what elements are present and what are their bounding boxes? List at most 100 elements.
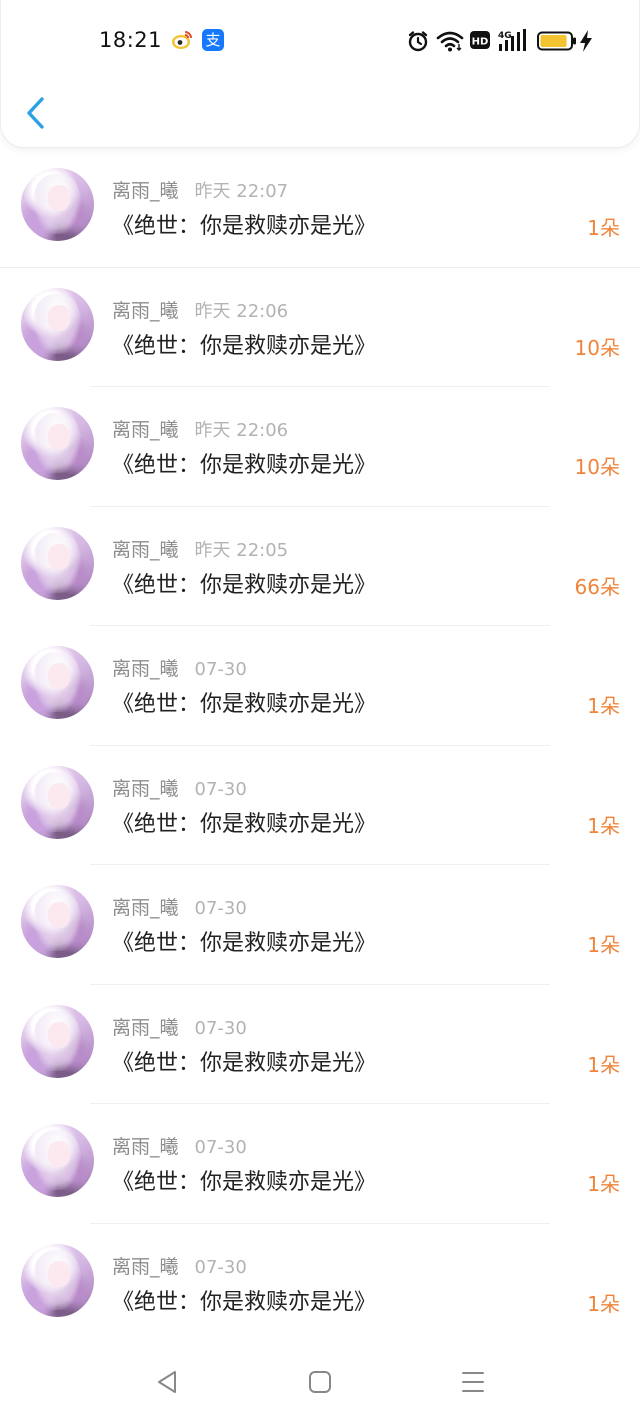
username[interactable]: 离雨_曦 [112,1017,179,1039]
status-time: 18:21 [99,28,163,52]
list-item[interactable]: 离雨_曦 07-30 《绝世：你是救赎亦是光》 1朵 [0,1104,640,1224]
avatar[interactable] [21,526,94,600]
back-triangle-icon[interactable] [155,1368,179,1396]
avatar-face [48,543,70,570]
avatar-face [48,663,70,689]
avatar[interactable] [21,885,94,958]
item-meta: 离雨_曦 昨天 22:06 [112,415,289,441]
username[interactable]: 离雨_曦 [112,300,179,322]
list-item[interactable]: 离雨_曦 07-30 《绝世：你是救赎亦是光》 1朵 [0,626,640,746]
book-title[interactable]: 《绝世：你是救赎亦是光》 [112,567,376,599]
home-square-icon[interactable] [307,1368,333,1396]
timestamp: 昨天 22:06 [194,300,289,322]
book-title[interactable]: 《绝世：你是救赎亦是光》 [112,806,376,838]
gift-amount: 1朵 [587,216,620,240]
gift-amount: 10朵 [574,455,620,479]
book-title[interactable]: 《绝世：你是救赎亦是光》 [112,1284,376,1316]
system-nav-bar [0,1340,640,1422]
avatar[interactable] [21,287,94,361]
wifi-icon [436,31,464,52]
list-item[interactable]: 离雨_曦 07-30 《绝世：你是救赎亦是光》 1朵 [0,746,640,865]
avatar-face [48,1141,70,1167]
timestamp: 07-30 [194,659,247,680]
item-meta: 离雨_曦 07-30 [112,654,247,680]
avatar[interactable] [21,1004,94,1078]
charging-bolt-icon [580,30,592,52]
username[interactable]: 离雨_曦 [112,1136,179,1158]
hd-label: HD [472,37,489,48]
gift-amount: 10朵 [574,335,620,360]
book-title[interactable]: 《绝世：你是救赎亦是光》 [112,328,376,360]
username[interactable]: 离雨_曦 [112,419,179,441]
list-item[interactable]: 离雨_曦 昨天 22:07 《绝世：你是救赎亦是光》 1朵 [0,148,640,268]
timestamp: 07-30 [194,778,247,800]
phone-screen: 18:21 支 HD 4G 离雨_曦 昨天 22:07 《绝世：你是救赎亦是光》… [0,0,640,1422]
username[interactable]: 离雨_曦 [112,1256,179,1278]
gift-amount: 1朵 [587,694,620,718]
list-item[interactable]: 离雨_曦 昨天 22:05 《绝世：你是救赎亦是光》 66朵 [0,507,640,626]
timestamp: 07-30 [194,1137,247,1158]
book-title[interactable]: 《绝世：你是救赎亦是光》 [112,208,376,240]
timestamp: 昨天 22:07 [194,181,289,202]
timestamp: 昨天 22:05 [194,539,289,561]
avatar[interactable] [21,407,94,480]
status-bar: 18:21 支 HD 4G [1,0,640,84]
avatar[interactable] [21,1243,94,1317]
alarm-clock-icon [408,31,428,52]
gift-amount: 1朵 [587,813,620,838]
book-title[interactable]: 《绝世：你是救赎亦是光》 [112,925,376,957]
alipay-icon: 支 [202,29,224,51]
timestamp: 07-30 [194,898,247,919]
gift-amount: 1朵 [587,1172,620,1196]
avatar-face [48,902,70,928]
list-item[interactable]: 离雨_曦 07-30 《绝世：你是救赎亦是光》 1朵 [0,1224,640,1343]
avatar-face [48,424,70,450]
avatar-face [48,1260,70,1287]
battery-icon [537,31,576,51]
signal-4g-icon: 4G [498,29,526,51]
item-meta: 离雨_曦 07-30 [112,1013,247,1039]
weibo-icon [172,31,192,49]
gift-amount: 1朵 [587,933,620,957]
item-meta: 离雨_曦 昨天 22:07 [112,176,289,202]
avatar-face [48,185,70,211]
list-item[interactable]: 离雨_曦 昨天 22:06 《绝世：你是救赎亦是光》 10朵 [0,387,640,507]
item-meta: 离雨_曦 昨天 22:05 [112,535,289,561]
timestamp: 07-30 [194,1256,247,1278]
timestamp: 07-30 [194,1017,247,1039]
hd-icon: HD [470,31,490,49]
back-chevron-icon[interactable] [23,96,49,130]
avatar-face [48,782,70,809]
book-title[interactable]: 《绝世：你是救赎亦是光》 [112,1164,376,1196]
gift-amount: 66朵 [574,574,620,599]
username[interactable]: 离雨_曦 [112,778,179,800]
timestamp: 昨天 22:06 [194,420,289,441]
item-meta: 离雨_曦 07-30 [112,1252,247,1278]
username[interactable]: 离雨_曦 [112,539,179,561]
item-meta: 离雨_曦 07-30 [112,1132,247,1158]
avatar[interactable] [21,1124,94,1197]
username[interactable]: 离雨_曦 [112,658,179,680]
book-title[interactable]: 《绝世：你是救赎亦是光》 [112,447,376,479]
gift-amount: 1朵 [587,1291,620,1316]
avatar[interactable] [21,646,94,719]
username[interactable]: 离雨_曦 [112,897,179,919]
gift-record-list: 离雨_曦 昨天 22:07 《绝世：你是救赎亦是光》 1朵 离雨_曦 昨天 22:06 《绝… [0,148,640,1343]
item-meta: 离雨_曦 07-30 [112,774,247,800]
network-label: 4G [498,31,512,41]
menu-lines-icon[interactable] [460,1368,486,1396]
avatar-face [48,304,70,331]
list-item[interactable]: 离雨_曦 07-30 《绝世：你是救赎亦是光》 1朵 [0,865,640,985]
book-title[interactable]: 《绝世：你是救赎亦是光》 [112,686,376,718]
gift-amount: 1朵 [587,1052,620,1077]
avatar[interactable] [21,765,94,839]
book-title[interactable]: 《绝世：你是救赎亦是光》 [112,1045,376,1077]
avatar-face [48,1021,70,1048]
list-item[interactable]: 离雨_曦 07-30 《绝世：你是救赎亦是光》 1朵 [0,985,640,1104]
item-meta: 离雨_曦 07-30 [112,893,247,919]
header-card: 18:21 支 HD 4G [0,0,640,148]
list-item[interactable]: 离雨_曦 昨天 22:06 《绝世：你是救赎亦是光》 10朵 [0,268,640,387]
avatar[interactable] [21,168,94,241]
username[interactable]: 离雨_曦 [112,180,179,202]
item-meta: 离雨_曦 昨天 22:06 [112,296,289,322]
